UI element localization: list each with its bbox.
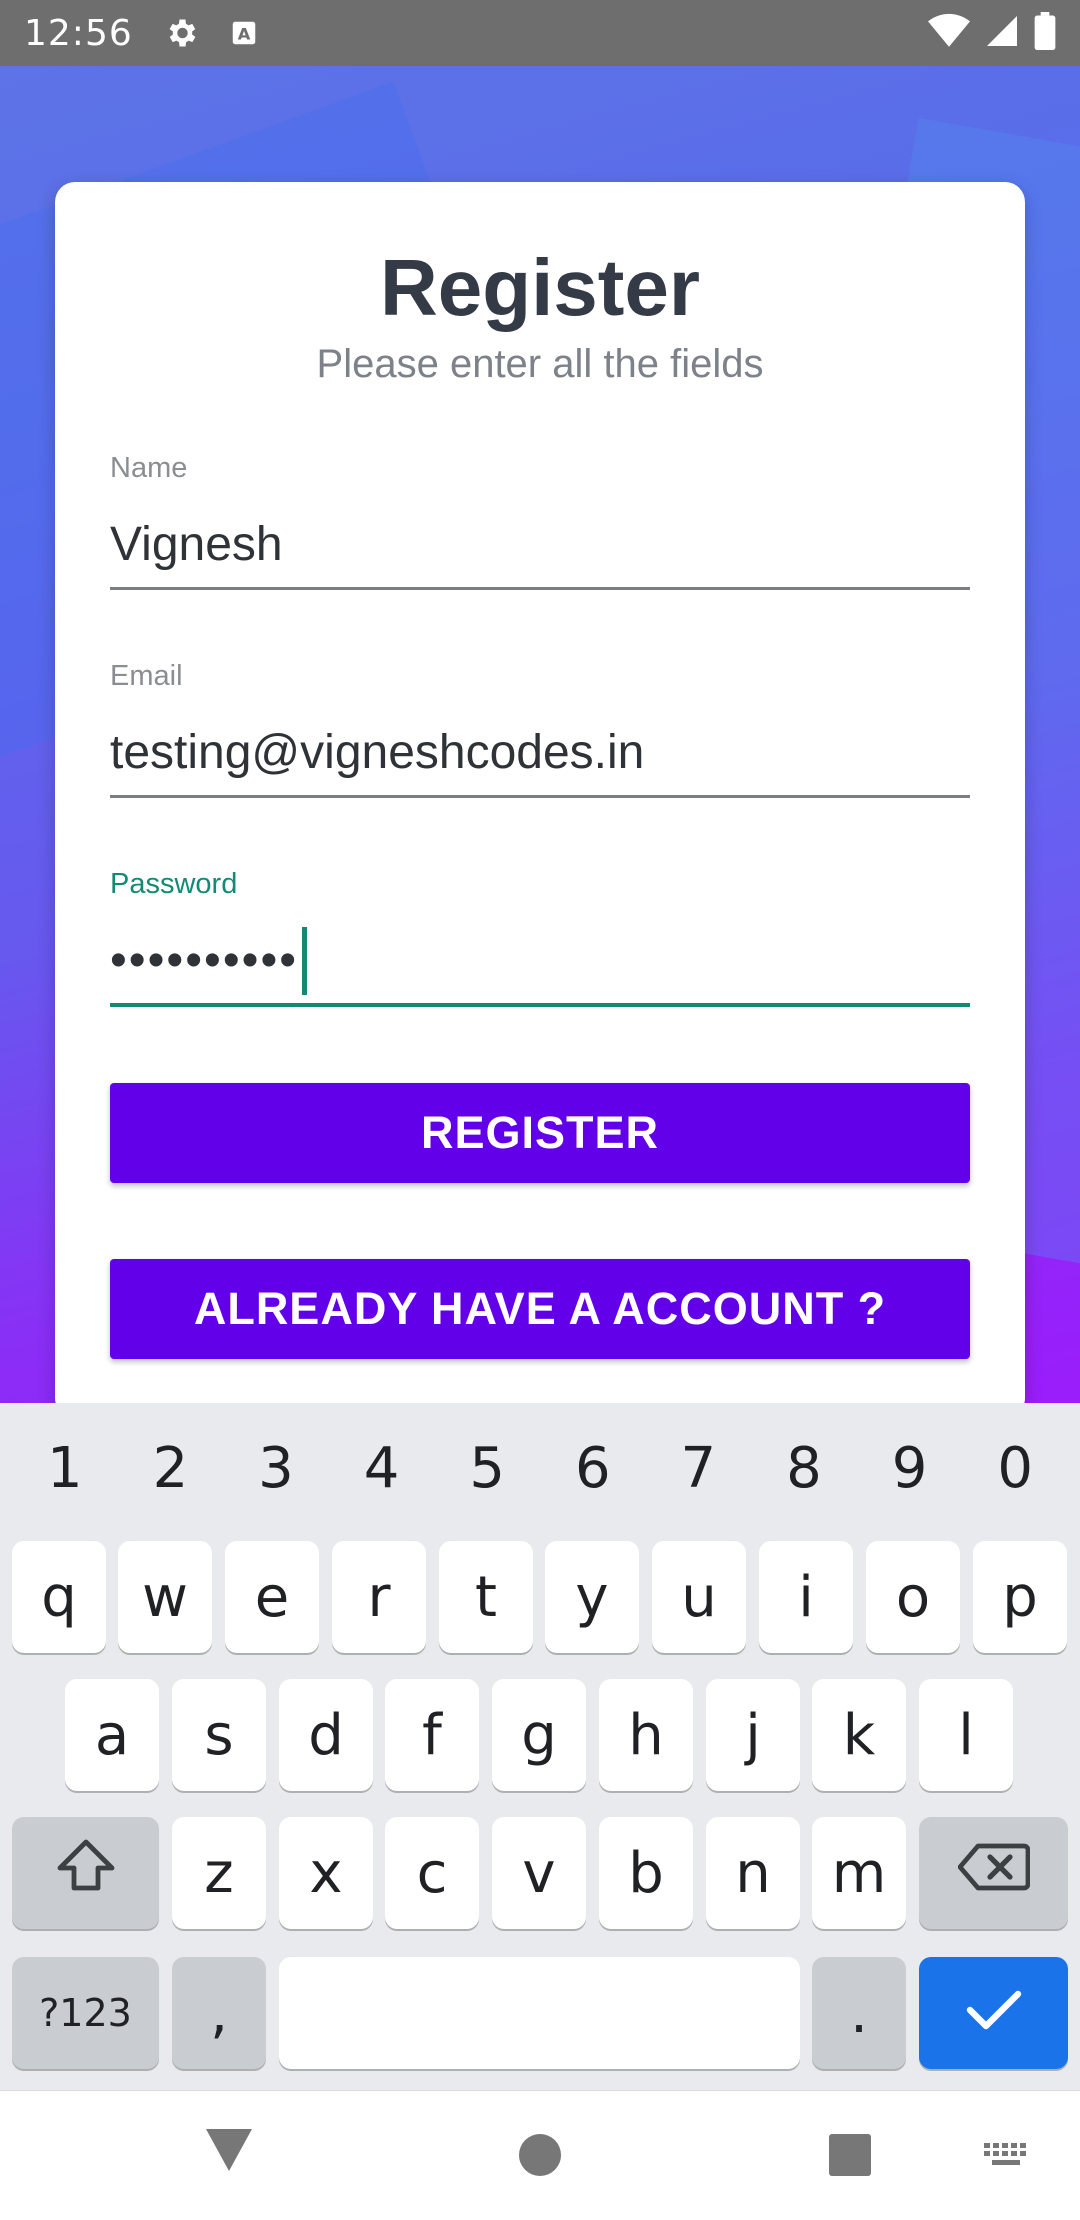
- key-0[interactable]: 0: [965, 1436, 1065, 1501]
- key-c[interactable]: c: [385, 1817, 479, 1929]
- symbols-key[interactable]: ?123: [12, 1957, 159, 2069]
- password-underline: [110, 1003, 970, 1007]
- key-1[interactable]: 1: [15, 1436, 115, 1501]
- email-field[interactable]: Email testing@vigneshcodes.in: [110, 660, 970, 798]
- status-bar: 12:56 A: [0, 0, 1080, 66]
- comma-key[interactable]: ,: [172, 1957, 266, 2069]
- password-input[interactable]: ••••••••••: [110, 927, 970, 995]
- name-underline: [110, 587, 970, 590]
- keyboard-switch-icon[interactable]: [982, 2141, 1030, 2176]
- text-cursor: [302, 927, 308, 995]
- backspace-key[interactable]: [919, 1817, 1068, 1929]
- key-w[interactable]: w: [118, 1541, 212, 1653]
- done-key[interactable]: [919, 1957, 1068, 2069]
- period-key[interactable]: .: [812, 1957, 906, 2069]
- password-dots: ••••••••••: [110, 934, 299, 987]
- number-row: 1 2 3 4 5 6 7 8 9 0: [0, 1403, 1080, 1533]
- name-label: Name: [110, 452, 188, 484]
- key-j[interactable]: j: [706, 1679, 800, 1791]
- key-3[interactable]: 3: [226, 1436, 326, 1501]
- key-i[interactable]: i: [759, 1541, 853, 1653]
- key-y[interactable]: y: [545, 1541, 639, 1653]
- register-button[interactable]: REGISTER: [110, 1083, 970, 1183]
- key-b[interactable]: b: [599, 1817, 693, 1929]
- wifi-icon: [928, 13, 970, 53]
- key-s[interactable]: s: [172, 1679, 266, 1791]
- email-underline: [110, 795, 970, 798]
- shift-key[interactable]: [12, 1817, 159, 1929]
- key-v[interactable]: v: [492, 1817, 586, 1929]
- key-r[interactable]: r: [332, 1541, 426, 1653]
- backspace-icon: [957, 1841, 1030, 1906]
- key-z[interactable]: z: [172, 1817, 266, 1929]
- key-7[interactable]: 7: [648, 1436, 748, 1501]
- key-f[interactable]: f: [385, 1679, 479, 1791]
- signal-icon: [984, 13, 1020, 53]
- soft-keyboard: 1 2 3 4 5 6 7 8 9 0 q w e r t y u i o p …: [0, 1403, 1080, 2090]
- key-2[interactable]: 2: [120, 1436, 220, 1501]
- recents-icon[interactable]: [828, 2133, 872, 2182]
- email-label: Email: [110, 660, 183, 692]
- key-x[interactable]: x: [279, 1817, 373, 1929]
- name-field[interactable]: Name Vignesh: [110, 452, 970, 590]
- gear-icon: [163, 15, 199, 51]
- key-g[interactable]: g: [492, 1679, 586, 1791]
- key-p[interactable]: p: [973, 1541, 1067, 1653]
- battery-icon: [1034, 12, 1056, 54]
- keyboard-a-icon: A: [229, 18, 259, 48]
- key-u[interactable]: u: [652, 1541, 746, 1653]
- already-have-account-button[interactable]: ALREADY HAVE A ACCOUNT ?: [110, 1259, 970, 1359]
- shift-icon: [54, 1838, 118, 1908]
- register-card: Register Please enter all the fields Nam…: [55, 182, 1025, 1403]
- space-key[interactable]: [279, 1957, 800, 2069]
- key-a[interactable]: a: [65, 1679, 159, 1791]
- key-q[interactable]: q: [12, 1541, 106, 1653]
- key-m[interactable]: m: [812, 1817, 906, 1929]
- page-title: Register: [379, 243, 701, 332]
- key-k[interactable]: k: [812, 1679, 906, 1791]
- home-icon[interactable]: [518, 2133, 562, 2182]
- key-o[interactable]: o: [866, 1541, 960, 1653]
- password-field[interactable]: Password ••••••••••: [110, 868, 970, 1007]
- key-e[interactable]: e: [225, 1541, 319, 1653]
- key-l[interactable]: l: [919, 1679, 1013, 1791]
- checkmark-icon: [966, 1981, 1022, 2046]
- email-input[interactable]: testing@vigneshcodes.in: [110, 723, 970, 783]
- key-6[interactable]: 6: [543, 1436, 643, 1501]
- key-9[interactable]: 9: [860, 1436, 960, 1501]
- key-d[interactable]: d: [279, 1679, 373, 1791]
- svg-text:A: A: [237, 24, 250, 43]
- back-icon[interactable]: [206, 2129, 252, 2178]
- key-4[interactable]: 4: [332, 1436, 432, 1501]
- page-subtitle: Please enter all the fields: [316, 342, 764, 386]
- password-label: Password: [110, 868, 238, 900]
- status-time: 12:56: [24, 12, 133, 54]
- name-input[interactable]: Vignesh: [110, 515, 970, 575]
- key-5[interactable]: 5: [437, 1436, 537, 1501]
- navigation-bar: [0, 2090, 1080, 2220]
- key-t[interactable]: t: [439, 1541, 533, 1653]
- key-h[interactable]: h: [599, 1679, 693, 1791]
- key-n[interactable]: n: [706, 1817, 800, 1929]
- key-8[interactable]: 8: [754, 1436, 854, 1501]
- app-background: Register Please enter all the fields Nam…: [0, 66, 1080, 1403]
